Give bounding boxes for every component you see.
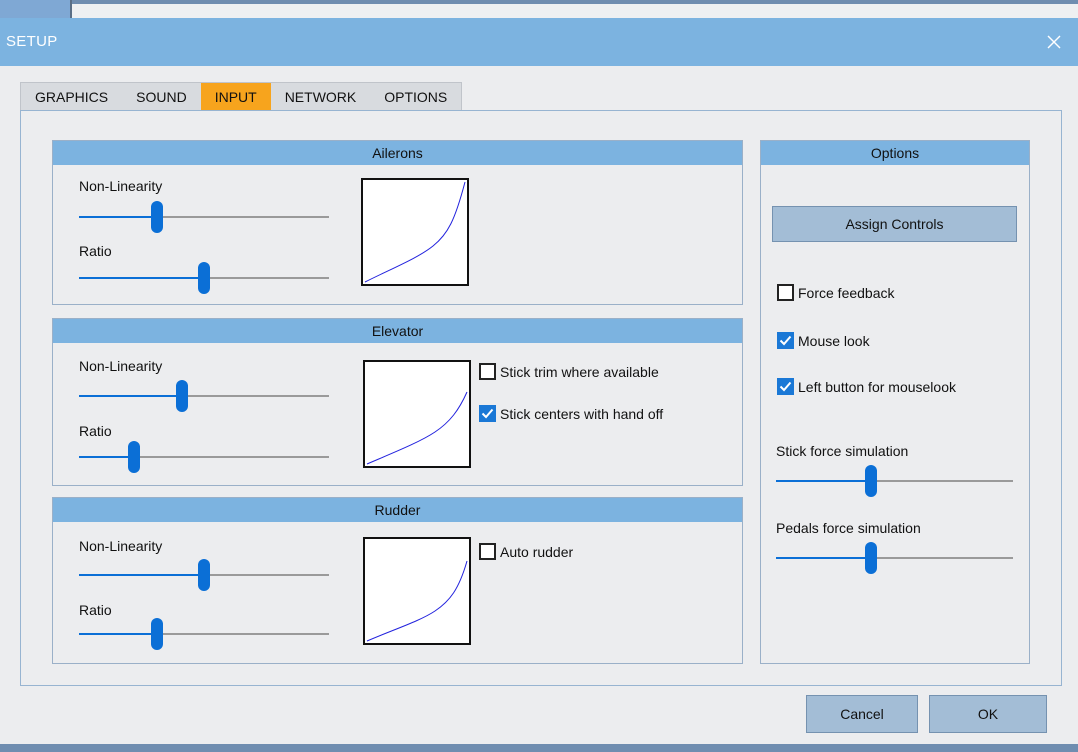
elevator-nonlinearity-label: Non-Linearity [79, 358, 163, 374]
slider-fill [79, 216, 157, 218]
auto-rudder-checkbox[interactable]: Auto rudder [479, 543, 573, 560]
slider-thumb[interactable] [864, 465, 877, 497]
checkmark-icon [779, 335, 792, 346]
taskbar-rest [72, 0, 1078, 4]
slider-thumb[interactable] [864, 542, 877, 574]
options-header: Options [761, 141, 1029, 165]
close-icon[interactable] [1038, 26, 1070, 58]
tab-options[interactable]: OPTIONS [370, 83, 461, 111]
checkbox-box [777, 284, 794, 301]
tab-bar: GRAPHICS SOUND INPUT NETWORK OPTIONS [20, 82, 463, 111]
force-feedback-label: Force feedback [798, 284, 895, 301]
slider-thumb[interactable] [198, 559, 210, 591]
stick-trim-checkbox[interactable]: Stick trim where available [479, 363, 659, 380]
slider-fill [79, 574, 204, 576]
slider-fill [776, 480, 871, 482]
slider-thumb[interactable] [150, 618, 163, 650]
ok-button[interactable]: OK [929, 695, 1047, 733]
left-button-mouselook-label: Left button for mouselook [798, 378, 956, 395]
ailerons-ratio-label: Ratio [79, 243, 112, 259]
stick-centers-label: Stick centers with hand off [500, 405, 664, 422]
rudder-response-curve [363, 537, 471, 645]
slider-thumb[interactable] [198, 262, 210, 294]
slider-fill [79, 395, 182, 397]
tab-input[interactable]: INPUT [200, 83, 271, 111]
title-bar: SETUP [0, 18, 1078, 66]
taskbar-strip [0, 0, 1078, 18]
rudder-nonlinearity-slider[interactable] [79, 557, 329, 593]
mouse-look-label: Mouse look [798, 332, 870, 349]
elevator-header: Elevator [53, 319, 742, 343]
options-group: Options Assign Controls Force feedback M… [760, 140, 1030, 664]
pedals-force-slider[interactable] [776, 540, 1013, 576]
checkbox-box [777, 378, 794, 395]
checkbox-box [479, 363, 496, 380]
elevator-group: Elevator Non-Linearity Ratio Stick trim … [52, 318, 743, 486]
slider-fill [776, 557, 871, 559]
checkbox-box [479, 543, 496, 560]
stick-centers-checkbox[interactable]: Stick centers with hand off [479, 405, 663, 422]
ailerons-nonlinearity-label: Non-Linearity [79, 178, 163, 194]
checkmark-icon [481, 408, 494, 419]
stick-force-slider[interactable] [776, 463, 1013, 499]
stick-force-label: Stick force simulation [776, 443, 909, 459]
taskbar-tab [0, 0, 72, 18]
tab-graphics[interactable]: GRAPHICS [21, 83, 122, 111]
slider-fill [79, 633, 157, 635]
stick-trim-label: Stick trim where available [500, 363, 659, 380]
ailerons-header: Ailerons [53, 141, 742, 165]
slider-fill [79, 456, 134, 458]
auto-rudder-label: Auto rudder [500, 543, 574, 560]
window-title: SETUP [6, 33, 58, 50]
slider-thumb[interactable] [175, 380, 188, 412]
left-button-mouselook-checkbox[interactable]: Left button for mouselook [777, 378, 956, 395]
ailerons-ratio-slider[interactable] [79, 260, 329, 296]
assign-controls-button[interactable]: Assign Controls [772, 206, 1017, 242]
elevator-nonlinearity-slider[interactable] [79, 378, 329, 414]
rudder-nonlinearity-label: Non-Linearity [79, 538, 163, 554]
checkmark-icon [779, 381, 792, 392]
checkbox-box [479, 405, 496, 422]
elevator-response-curve [363, 360, 471, 468]
checkbox-box [777, 332, 794, 349]
elevator-ratio-slider[interactable] [79, 439, 329, 475]
tab-sound[interactable]: SOUND [122, 83, 201, 111]
rudder-ratio-slider[interactable] [79, 616, 329, 652]
tab-network[interactable]: NETWORK [271, 83, 371, 111]
elevator-ratio-label: Ratio [79, 423, 112, 439]
mouse-look-checkbox[interactable]: Mouse look [777, 332, 870, 349]
ailerons-response-curve [361, 178, 469, 286]
cancel-button[interactable]: Cancel [806, 695, 918, 733]
rudder-header: Rudder [53, 498, 742, 522]
slider-thumb[interactable] [128, 441, 140, 473]
ailerons-group: Ailerons Non-Linearity Ratio [52, 140, 743, 305]
slider-thumb[interactable] [150, 201, 163, 233]
ailerons-nonlinearity-slider[interactable] [79, 199, 329, 235]
bottom-edge [0, 744, 1078, 752]
force-feedback-checkbox[interactable]: Force feedback [777, 284, 895, 301]
slider-fill [79, 277, 204, 279]
rudder-group: Rudder Non-Linearity Ratio Auto rudder [52, 497, 743, 664]
pedals-force-label: Pedals force simulation [776, 520, 921, 536]
